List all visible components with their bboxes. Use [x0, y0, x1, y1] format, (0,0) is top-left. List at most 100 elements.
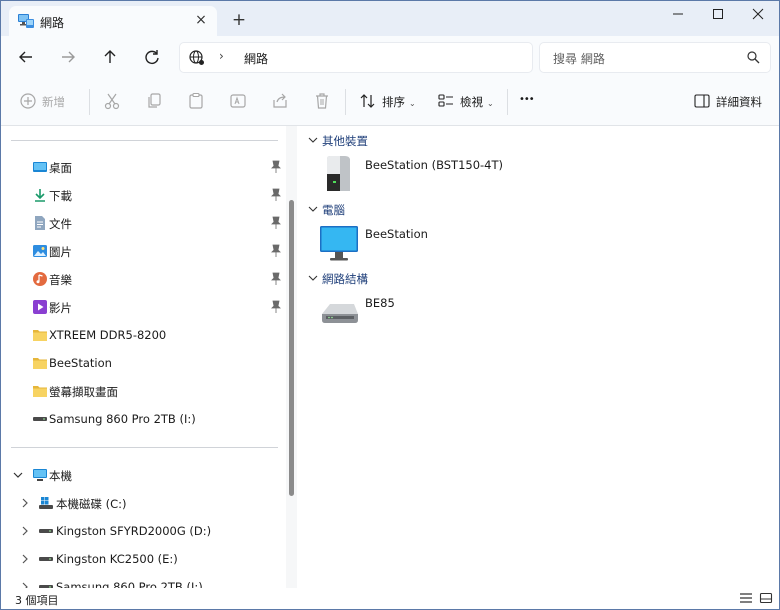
- new-button[interactable]: 新增: [19, 91, 79, 111]
- details-pane-button[interactable]: 詳細資料: [693, 91, 773, 111]
- close-window-icon[interactable]: [735, 1, 780, 31]
- details-view-icon[interactable]: [739, 591, 753, 605]
- chevron-right-icon[interactable]: [19, 524, 31, 538]
- sort-button[interactable]: 排序 ⌄: [359, 91, 419, 111]
- nas-device-icon: [327, 156, 350, 191]
- search-input[interactable]: 搜尋 網路: [539, 42, 771, 73]
- rename-icon[interactable]: [229, 91, 247, 111]
- breadcrumb-separator[interactable]: ›: [219, 49, 224, 63]
- breadcrumb-network[interactable]: 網路: [244, 50, 268, 67]
- view-button[interactable]: 檢視 ⌄: [437, 91, 501, 111]
- sidebar-item-videos[interactable]: 影片: [1, 295, 286, 319]
- sidebar-item-beestation[interactable]: BeeStation: [1, 351, 286, 375]
- sidebar-divider: [11, 140, 278, 141]
- videos-icon: [33, 300, 47, 314]
- new-tab-button[interactable]: +: [230, 11, 248, 29]
- pin-icon[interactable]: [270, 188, 282, 202]
- tab-network[interactable]: 網路 ×: [9, 6, 217, 36]
- sidebar-item-drive-d[interactable]: Kingston SFYRD2000G (D:): [1, 519, 286, 543]
- chevron-right-icon[interactable]: [19, 580, 31, 588]
- tiles-view-icon[interactable]: [759, 591, 773, 605]
- document-icon: [35, 216, 45, 230]
- folder-icon: [33, 386, 47, 397]
- pin-icon[interactable]: [270, 272, 282, 286]
- sidebar-scrollbar[interactable]: [286, 126, 297, 588]
- new-label: 新增: [42, 95, 65, 109]
- sidebar-item-pictures[interactable]: 圖片: [1, 239, 286, 263]
- file-explorer-window: 網路 × + › 網路 搜尋 網路 新增 排序 ⌄ 檢視 ⌄ ••• 詳細資料 …: [0, 0, 780, 610]
- sidebar-item-this-pc[interactable]: 本機: [1, 463, 286, 487]
- up-arrow-icon[interactable]: [99, 46, 121, 68]
- device-item[interactable]: BE85: [318, 292, 618, 336]
- tab-title: 網路: [40, 16, 65, 30]
- sidebar-item-screenshots[interactable]: 螢幕擷取畫面: [1, 379, 286, 403]
- sidebar-item-drive-i[interactable]: Samsung 860 Pro 2TB (I:): [1, 575, 286, 588]
- network-content-pane[interactable]: 其他裝置 BeeStation (BST150-4T) 電腦 BeeStatio…: [298, 126, 779, 588]
- plus-circle-icon: [20, 93, 36, 109]
- paste-icon[interactable]: [187, 91, 205, 111]
- more-options-icon[interactable]: •••: [519, 94, 539, 114]
- close-tab-icon[interactable]: ×: [192, 11, 210, 29]
- sidebar-item-label: Samsung 860 Pro 2TB (I:): [56, 580, 203, 588]
- title-bar: 網路 × +: [1, 1, 779, 36]
- pin-icon[interactable]: [270, 160, 282, 174]
- pin-icon[interactable]: [270, 244, 282, 258]
- toolbar-divider: [345, 89, 346, 115]
- music-icon: [33, 272, 47, 286]
- device-item[interactable]: BeeStation: [318, 223, 618, 267]
- device-item[interactable]: BeeStation (BST150-4T): [318, 154, 618, 198]
- sidebar-item-xtreem-ddr5[interactable]: XTREEM DDR5-8200: [1, 323, 286, 347]
- delete-icon[interactable]: [313, 91, 331, 111]
- copy-icon[interactable]: [145, 91, 163, 111]
- sidebar-item-label: XTREEM DDR5-8200: [49, 328, 167, 342]
- address-bar[interactable]: › 網路: [179, 42, 533, 73]
- sidebar-item-label: 螢幕擷取畫面: [49, 385, 118, 399]
- search-icon[interactable]: [747, 51, 760, 64]
- sort-icon: [360, 94, 375, 108]
- toolbar-divider: [507, 89, 508, 115]
- sidebar-item-documents[interactable]: 文件: [1, 211, 286, 235]
- drive-icon: [39, 585, 53, 588]
- sidebar-item-drive-c[interactable]: 本機磁碟 (C:): [1, 491, 286, 515]
- navigation-bar: › 網路 搜尋 網路: [1, 36, 779, 77]
- back-arrow-icon[interactable]: [15, 46, 37, 68]
- desktop-icon: [33, 162, 47, 172]
- chevron-right-icon[interactable]: [19, 552, 31, 566]
- chevron-down-icon: ⌄: [409, 99, 416, 108]
- cut-icon[interactable]: [103, 91, 121, 111]
- sort-label: 排序 ⌄: [382, 95, 416, 109]
- pin-icon[interactable]: [270, 300, 282, 314]
- sidebar-item-label: Kingston KC2500 (E:): [56, 552, 178, 566]
- chevron-right-icon[interactable]: [19, 496, 31, 510]
- scrollbar-thumb[interactable]: [289, 200, 294, 496]
- computer-monitor-icon: [320, 226, 358, 261]
- sidebar-item-label: 桌面: [49, 161, 72, 175]
- sidebar-item-label: 本機磁碟 (C:): [56, 497, 127, 511]
- sidebar-item-desktop[interactable]: 桌面: [1, 155, 286, 179]
- forward-arrow-icon[interactable]: [57, 46, 79, 68]
- refresh-icon[interactable]: [141, 46, 163, 68]
- sidebar-item-drive-e[interactable]: Kingston KC2500 (E:): [1, 547, 286, 571]
- view-list-icon: [438, 94, 453, 107]
- status-bar: 3 個項目: [1, 588, 779, 609]
- sidebar-item-downloads[interactable]: 下載: [1, 183, 286, 207]
- command-toolbar: 新增 排序 ⌄ 檢視 ⌄ ••• 詳細資料: [1, 77, 779, 126]
- sidebar-item-label: 圖片: [49, 245, 72, 259]
- sidebar-item-samsung-drive[interactable]: Samsung 860 Pro 2TB (I:): [1, 407, 286, 431]
- network-icon: [18, 14, 34, 28]
- chevron-down-icon[interactable]: [12, 468, 24, 482]
- sidebar-item-label: 下載: [49, 189, 72, 203]
- sidebar-item-label: 影片: [49, 301, 72, 315]
- details-pane-icon: [694, 94, 710, 108]
- share-icon[interactable]: [271, 91, 289, 111]
- download-icon: [35, 189, 45, 202]
- device-name: BE85: [365, 296, 395, 310]
- device-name: BeeStation (BST150-4T): [365, 158, 504, 172]
- pin-icon[interactable]: [270, 216, 282, 230]
- sidebar-item-label: 本機: [49, 469, 72, 483]
- chevron-down-icon: [308, 206, 318, 212]
- navigation-pane[interactable]: 桌面 下載 文件 圖片 音樂 影片 XTREEM DDR5-8200 BeeSt…: [1, 126, 297, 588]
- group-header-label: 網路結構: [322, 272, 368, 286]
- sidebar-item-music[interactable]: 音樂: [1, 267, 286, 291]
- chevron-down-icon: [308, 275, 318, 281]
